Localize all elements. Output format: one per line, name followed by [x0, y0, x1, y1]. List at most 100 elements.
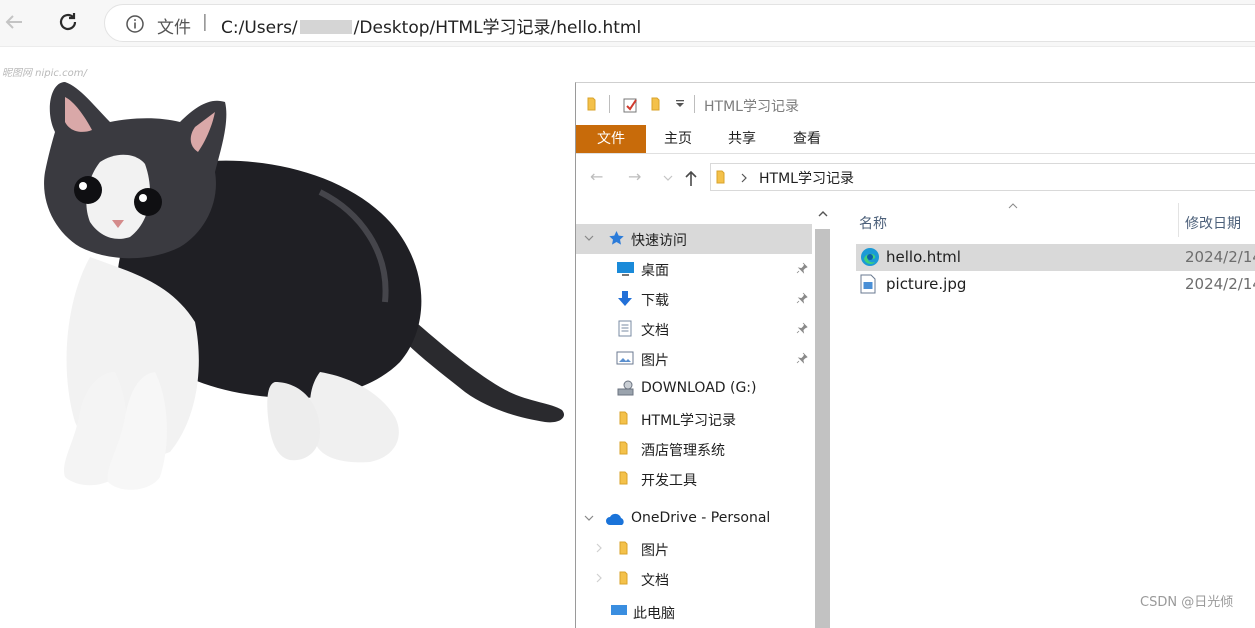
file-list: 名称 修改日期 hello.html 2024/2/14 picture.jpg…: [838, 203, 1255, 628]
browser-toolbar: 文件 | C:/Users/ /Desktop/HTML学习记录/hello.ht…: [0, 0, 1255, 47]
up-arrow-icon[interactable]: [684, 169, 698, 187]
forward-arrow-icon[interactable]: →: [628, 167, 641, 186]
nav-label: 文档: [641, 573, 669, 589]
folder-icon: [619, 441, 628, 455]
column-divider[interactable]: [1178, 203, 1179, 237]
url-suffix: /Desktop/HTML学习记录/hello.html: [353, 18, 642, 38]
toolbar-separator: [609, 95, 610, 113]
url-prefix: C:/Users/: [221, 18, 298, 38]
redacted-username: [299, 20, 352, 34]
breadcrumb[interactable]: HTML学习记录: [759, 168, 854, 188]
edge-html-icon: [861, 248, 879, 266]
pictures-icon: [616, 351, 634, 365]
nav-label: 酒店管理系统: [641, 443, 725, 459]
nav-label: 图片: [641, 353, 669, 369]
nav-label: 快速访问: [631, 233, 687, 249]
nav-item-desktop[interactable]: 桌面: [576, 254, 812, 284]
explorer-address-row: ← → HTML学习记录: [576, 155, 1255, 201]
pin-icon[interactable]: [796, 292, 808, 304]
desktop-icon: [617, 262, 634, 276]
folder-icon: [619, 411, 628, 425]
file-explorer-window: HTML学习记录 文件 主页 共享 查看 ← → HTML学习记录 快速访问 桌…: [575, 82, 1255, 628]
column-header-name[interactable]: 名称: [859, 213, 887, 233]
folder-icon[interactable]: [586, 96, 600, 112]
nav-item-download-drive[interactable]: DOWNLOAD (G:): [576, 374, 812, 404]
nav-label: 开发工具: [641, 473, 697, 489]
chevron-right-icon[interactable]: [596, 543, 602, 553]
file-name: picture.jpg: [886, 275, 967, 293]
recent-locations-chevron-icon[interactable]: [663, 175, 673, 181]
jpg-file-icon: [860, 274, 876, 294]
scheme-label: 文件: [157, 18, 191, 38]
tab-file[interactable]: 文件: [576, 125, 646, 153]
tab-view[interactable]: 查看: [774, 125, 840, 153]
chevron-down-icon[interactable]: [584, 235, 594, 241]
nav-label: 文档: [641, 323, 669, 339]
onedrive-cloud-icon: [606, 513, 624, 525]
address-bar[interactable]: 文件 | C:/Users/ /Desktop/HTML学习记录/hello.ht…: [104, 4, 1255, 42]
nav-item-hotel-folder[interactable]: 酒店管理系统: [576, 434, 812, 464]
folder-icon: [619, 541, 628, 555]
folder-icon: [716, 170, 725, 184]
document-icon: [618, 320, 632, 337]
customize-toolbar-dropdown-icon[interactable]: [675, 100, 685, 108]
nav-label: DOWNLOAD (G:): [641, 380, 757, 396]
pin-icon[interactable]: [796, 262, 808, 274]
file-row-picture-jpg[interactable]: picture.jpg 2024/2/14: [856, 271, 1255, 298]
address-separator: |: [202, 12, 208, 32]
back-arrow-icon[interactable]: ←: [590, 167, 603, 186]
column-header-date[interactable]: 修改日期: [1185, 213, 1241, 233]
nav-label: HTML学习记录: [641, 413, 736, 429]
nav-label: 桌面: [641, 263, 669, 279]
folder-icon: [619, 471, 628, 485]
chevron-right-icon[interactable]: [596, 573, 602, 583]
chevron-right-icon: [741, 173, 747, 183]
window-title: HTML学习记录: [704, 99, 799, 115]
explorer-path-box[interactable]: HTML学习记录: [710, 163, 1255, 191]
tab-share[interactable]: 共享: [710, 125, 774, 153]
nav-onedrive[interactable]: OneDrive - Personal: [576, 504, 812, 534]
drive-icon: [617, 380, 634, 396]
folder-icon: [619, 571, 628, 585]
nav-quick-access[interactable]: 快速访问: [576, 224, 812, 254]
back-button[interactable]: [0, 8, 28, 36]
nav-item-downloads[interactable]: 下载: [576, 284, 812, 314]
nav-scrollbar[interactable]: [813, 203, 832, 628]
file-row-hello-html[interactable]: hello.html 2024/2/14: [856, 244, 1255, 271]
scroll-up-button[interactable]: [813, 203, 832, 225]
nav-item-documents[interactable]: 文档: [576, 314, 812, 344]
file-name: hello.html: [886, 248, 961, 266]
sort-ascending-icon: [1008, 203, 1018, 209]
nav-label: 此电脑: [633, 606, 675, 622]
computer-icon: [611, 605, 627, 615]
url-text[interactable]: C:/Users/ /Desktop/HTML学习记录/hello.html: [221, 13, 641, 38]
tab-home[interactable]: 主页: [646, 125, 710, 153]
nav-item-html-folder[interactable]: HTML学习记录: [576, 404, 812, 434]
nav-item-pictures[interactable]: 图片: [576, 344, 812, 374]
ribbon-tabs: 文件 主页 共享 查看: [576, 125, 1255, 154]
reload-icon: [59, 13, 77, 31]
pin-icon[interactable]: [796, 352, 808, 364]
nav-item-devtools-folder[interactable]: 开发工具: [576, 464, 812, 494]
quick-access-star-icon: [609, 231, 624, 245]
back-arrow-icon: [5, 15, 22, 29]
reload-button[interactable]: [54, 8, 82, 36]
quick-access-toolbar: HTML学习记录: [576, 83, 1255, 125]
chevron-down-icon[interactable]: [584, 515, 594, 521]
nav-item-onedrive-pictures[interactable]: 图片: [576, 534, 812, 564]
toolbar-separator: [694, 95, 695, 113]
pin-icon[interactable]: [796, 322, 808, 334]
site-info-icon[interactable]: [125, 14, 145, 34]
nav-label: 图片: [641, 543, 669, 559]
nav-this-pc[interactable]: 此电脑: [576, 597, 812, 627]
file-date: 2024/2/14: [1185, 248, 1255, 266]
nav-item-onedrive-documents[interactable]: 文档: [576, 564, 812, 594]
properties-checkmark-icon[interactable]: [622, 96, 638, 113]
download-arrow-icon: [618, 291, 632, 306]
nav-label: 下载: [641, 293, 669, 309]
nav-label: OneDrive - Personal: [631, 510, 771, 526]
new-folder-icon[interactable]: [650, 96, 664, 112]
kitten-image: [20, 72, 570, 512]
csdn-watermark: CSDN @日光倾: [1140, 595, 1234, 610]
scroll-thumb[interactable]: [815, 229, 830, 628]
